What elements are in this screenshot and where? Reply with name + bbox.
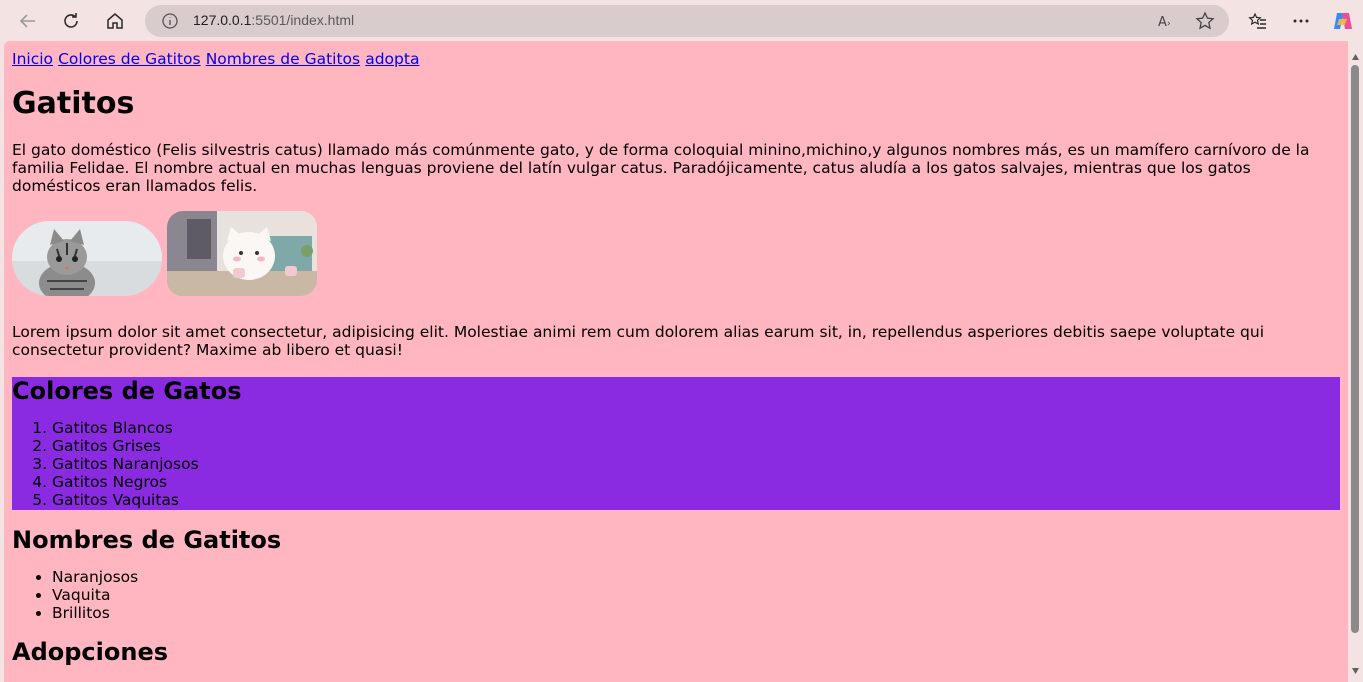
page-title: Gatitos xyxy=(12,86,135,121)
list-item: Gatitos Negros xyxy=(52,473,1340,491)
copilot-icon xyxy=(1334,13,1352,29)
favorites-button[interactable] xyxy=(1243,6,1273,36)
nombres-heading: Nombres de Gatitos xyxy=(12,526,282,554)
kitten-photo xyxy=(12,221,162,296)
intro-paragraph: El gato doméstico (Felis silvestris catu… xyxy=(12,141,1310,195)
url-text[interactable]: 127.0.0.1:5501/index.html xyxy=(193,12,354,28)
list-item: Naranjosos xyxy=(52,568,1340,586)
svg-text:A: A xyxy=(1158,15,1167,30)
favorite-star-icon[interactable] xyxy=(1195,11,1215,35)
page-viewport: Inicio Colores de Gatitos Nombres de Gat… xyxy=(4,41,1348,682)
copilot-button[interactable] xyxy=(1328,6,1358,36)
list-item: Gatitos Grises xyxy=(52,437,1340,455)
site-nav: Inicio Colores de Gatitos Nombres de Gat… xyxy=(12,49,1340,68)
back-button[interactable] xyxy=(13,6,43,36)
adopciones-heading: Adopciones xyxy=(12,638,169,666)
url-path: :5501/index.html xyxy=(251,12,355,28)
nav-link-adopta[interactable]: adopta xyxy=(365,50,419,68)
more-options-button[interactable] xyxy=(1286,6,1316,36)
list-item: Gatitos Blancos xyxy=(52,419,1340,437)
cat-illustration xyxy=(167,211,317,296)
home-icon xyxy=(107,13,123,29)
nav-link-inicio[interactable]: Inicio xyxy=(12,50,53,68)
address-bar[interactable]: 127.0.0.1:5501/index.html A › xyxy=(145,5,1229,37)
browser-toolbar: 127.0.0.1:5501/index.html A › xyxy=(0,0,1363,41)
scroll-down-arrow-icon[interactable] xyxy=(1351,660,1360,679)
svg-text:›: › xyxy=(1167,19,1171,29)
reload-button[interactable] xyxy=(56,6,86,36)
scroll-up-arrow-icon[interactable] xyxy=(1351,46,1360,65)
list-item: Gatitos Vaquitas xyxy=(52,491,1340,509)
info-icon[interactable] xyxy=(161,12,179,34)
ellipsis-icon xyxy=(1293,19,1309,23)
home-button[interactable] xyxy=(100,6,130,36)
colores-list: Gatitos Blancos Gatitos Grises Gatitos N… xyxy=(12,419,1340,509)
back-arrow-icon xyxy=(19,14,35,28)
favorites-list-icon xyxy=(1248,12,1266,29)
reload-icon xyxy=(64,13,78,28)
list-item: Gatitos Naranjosos xyxy=(52,455,1340,473)
image-row xyxy=(12,211,1340,297)
colores-heading: Colores de Gatos xyxy=(12,377,242,405)
read-aloud-icon[interactable]: A › xyxy=(1157,11,1177,35)
list-item: Brillitos xyxy=(52,604,1340,622)
lorem-paragraph: Lorem ipsum dolor sit amet consectetur, … xyxy=(12,323,1265,359)
nav-link-colores[interactable]: Colores de Gatitos xyxy=(58,50,201,68)
vertical-scrollbar[interactable] xyxy=(1348,41,1363,682)
nombres-list: Naranjosos Vaquita Brillitos xyxy=(12,568,1340,622)
scrollbar-thumb[interactable] xyxy=(1351,65,1359,633)
url-host: 127.0.0.1 xyxy=(193,12,252,28)
colores-section: Colores de Gatos Gatitos Blancos Gatitos… xyxy=(12,377,1340,510)
list-item: Vaquita xyxy=(52,586,1340,604)
nav-link-nombres[interactable]: Nombres de Gatitos xyxy=(206,50,360,68)
